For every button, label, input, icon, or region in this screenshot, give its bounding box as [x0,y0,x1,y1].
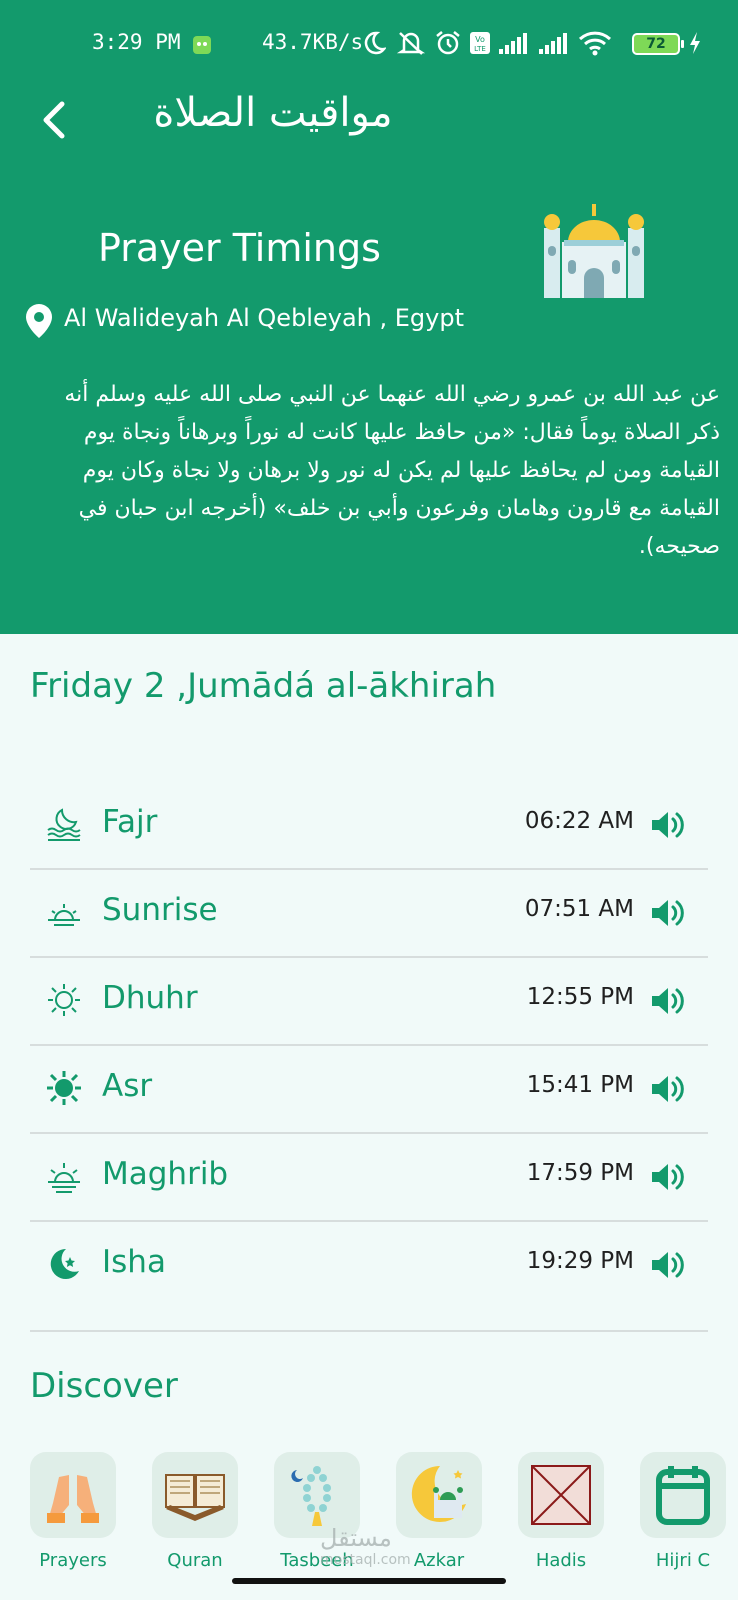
calendar-icon [656,1466,710,1525]
hijri-date: Friday 2 ,Jumādá al-ākhirah [30,666,497,706]
prayer-time: 07:51 AM [524,896,634,922]
discover-item-quran[interactable]: Quran [152,1452,238,1571]
alarm-icon [436,31,460,55]
svg-text:Vo: Vo [475,35,485,44]
speaker-icon[interactable] [650,1160,686,1194]
app-notification-icon [193,36,211,54]
moon-icon [364,31,386,55]
volte-icon: VoLTE [470,32,490,54]
sunset-icon [48,1163,80,1193]
prayer-row-dhuhr: Dhuhr 12:55 PM [30,958,708,1046]
discover-icon-tile [640,1452,726,1538]
discover-label: Hadis [535,1550,587,1571]
section-divider [30,1330,708,1332]
crescent-star-icon [50,1248,79,1279]
speaker-icon[interactable] [650,984,686,1018]
discover-title: Discover [30,1366,178,1406]
fajr-icon [47,808,81,841]
page-title: Prayer Timings [98,226,381,270]
status-time: 3:29 PM [92,30,181,54]
prayer-name: Dhuhr [102,980,198,1016]
discover-icon-tile [152,1452,238,1538]
status-net-speed: 43.7KB/s [262,30,364,54]
sun-filled-icon [47,1071,81,1105]
charging-icon [690,32,700,54]
signal-icon [539,33,567,54]
arabic-title: مواقيت الصلاة [153,90,393,136]
broken-image-icon [531,1465,591,1525]
crescent-mosque-icon [411,1465,466,1522]
prayer-row-sunrise: Sunrise 07:51 AM [30,870,708,958]
prayer-name: Asr [102,1068,153,1104]
prayer-name: Fajr [102,804,158,840]
prayer-time: 15:41 PM [526,1072,634,1098]
watermark-ar: مستقل [320,1524,392,1552]
header: 3:29 PM 43.7KB/s Vo LTE 72 مواقيت الصلاة … [0,0,738,634]
battery-indicator: 72 [632,33,684,55]
prayer-row-isha: Isha 19:29 PM [30,1222,708,1310]
prayer-time: 12:55 PM [526,984,634,1010]
sunrise-icon [48,904,80,926]
mute-icon [396,32,426,55]
prayer-list: Fajr 06:22 AM Sunrise 07:51 AM Dhuhr 12:… [30,782,708,1310]
hadith-text: عن عبد الله بن عمرو رضي الله عنهما عن ال… [64,382,720,559]
wifi-icon [578,31,612,56]
watermark-en: mostaql.com [320,1552,411,1568]
sun-outline-icon [48,984,80,1016]
prayer-row-fajr: Fajr 06:22 AM [30,782,708,870]
location-pin-icon [26,304,52,338]
prayer-time: 19:29 PM [526,1248,634,1274]
mosque-icon [544,204,644,298]
praying-hands-icon [47,1475,99,1523]
discover-item-hadis[interactable]: Hadis [518,1452,604,1571]
speaker-icon[interactable] [650,1072,686,1106]
tasbeeh-icon [291,1466,331,1526]
back-button[interactable] [36,96,76,144]
svg-text:LTE: LTE [474,45,486,53]
discover-icon-tile [30,1452,116,1538]
prayer-name: Isha [102,1244,166,1280]
discover-label: Hijri C [655,1550,711,1571]
prayer-name: Sunrise [102,892,218,928]
home-indicator[interactable] [232,1578,506,1584]
status-bar: 3:29 PM 43.7KB/s Vo LTE 72 [0,30,738,58]
speaker-icon[interactable] [650,1248,686,1282]
prayer-time: 06:22 AM [524,808,634,834]
prayer-row-asr: Asr 15:41 PM [30,1046,708,1134]
quran-icon [165,1474,225,1521]
discover-label: Quran [167,1550,223,1571]
prayer-time: 17:59 PM [526,1160,634,1186]
prayer-row-maghrib: Maghrib 17:59 PM [30,1134,708,1222]
prayer-name: Maghrib [102,1156,229,1192]
signal-icon [499,33,527,54]
discover-item-prayers[interactable]: Prayers [30,1452,116,1571]
discover-label: Prayers [39,1550,107,1571]
discover-item-hijri-calendar[interactable]: Hijri C [640,1452,726,1571]
watermark: مستقل mostaql.com [320,1524,411,1568]
speaker-icon[interactable] [650,896,686,930]
speaker-icon[interactable] [650,808,686,842]
discover-icon-tile [518,1452,604,1538]
location-text: Al Walideyah Al Qebleyah , Egypt [64,304,464,332]
